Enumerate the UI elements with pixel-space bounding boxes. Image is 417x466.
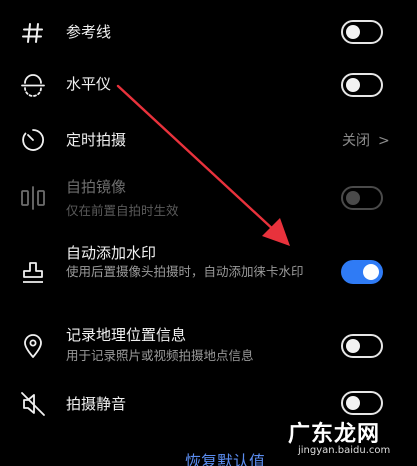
mirror-toggle — [341, 186, 383, 210]
mirror-icon — [18, 183, 48, 213]
setting-row-level[interactable]: 水平仪 — [0, 64, 417, 104]
level-toggle[interactable] — [341, 73, 383, 97]
toggle-knob — [346, 396, 360, 410]
toggle-knob — [363, 264, 379, 280]
toggle-knob — [346, 339, 360, 353]
setting-subtitle: 使用后置摄像头拍摄时，自动添加徕卡水印 — [66, 264, 304, 279]
setting-row-timer[interactable]: 定时拍摄 关闭 > — [0, 120, 417, 160]
mute-speaker-icon — [18, 389, 48, 419]
setting-subtitle: 用于记录照片或视频拍摄地点信息 — [66, 348, 254, 363]
setting-row-watermark[interactable]: 自动添加水印 使用后置摄像头拍摄时，自动添加徕卡水印 — [0, 242, 417, 306]
watermark-toggle[interactable] — [341, 260, 383, 284]
setting-subtitle: 仅在前置自拍时生效 — [66, 203, 179, 218]
setting-title: 自动添加水印 — [66, 244, 157, 262]
setting-row-mirror: 自拍镜像 仅在前置自拍时生效 — [0, 176, 417, 224]
setting-row-gridlines[interactable]: 参考线 — [0, 12, 417, 52]
stamp-icon — [18, 258, 48, 288]
setting-title: 水平仪 — [66, 75, 112, 93]
setting-title: 拍摄静音 — [66, 395, 127, 413]
setting-title: 参考线 — [66, 23, 112, 41]
watermark-subtext: jingyan.baidu.com — [298, 445, 391, 456]
toggle-knob — [346, 191, 360, 205]
chevron-right-icon: > — [378, 133, 390, 149]
setting-title: 定时拍摄 — [66, 131, 127, 149]
setting-title: 记录地理位置信息 — [66, 326, 187, 344]
watermark-text: 广东龙网 — [288, 422, 381, 447]
location-pin-icon — [18, 331, 48, 361]
gridlines-toggle[interactable] — [341, 20, 383, 44]
grid-icon — [18, 18, 48, 48]
toggle-knob — [346, 78, 360, 92]
setting-title: 自拍镜像 — [66, 178, 127, 196]
site-watermark: 广东龙网 jingyan.baidu.com — [278, 412, 414, 462]
setting-row-location[interactable]: 记录地理位置信息 用于记录照片或视频拍摄地点信息 — [0, 324, 417, 368]
location-toggle[interactable] — [341, 334, 383, 358]
toggle-knob — [346, 25, 360, 39]
timer-icon — [18, 125, 48, 155]
level-icon — [18, 70, 48, 100]
timer-value: 关闭 — [342, 133, 370, 149]
